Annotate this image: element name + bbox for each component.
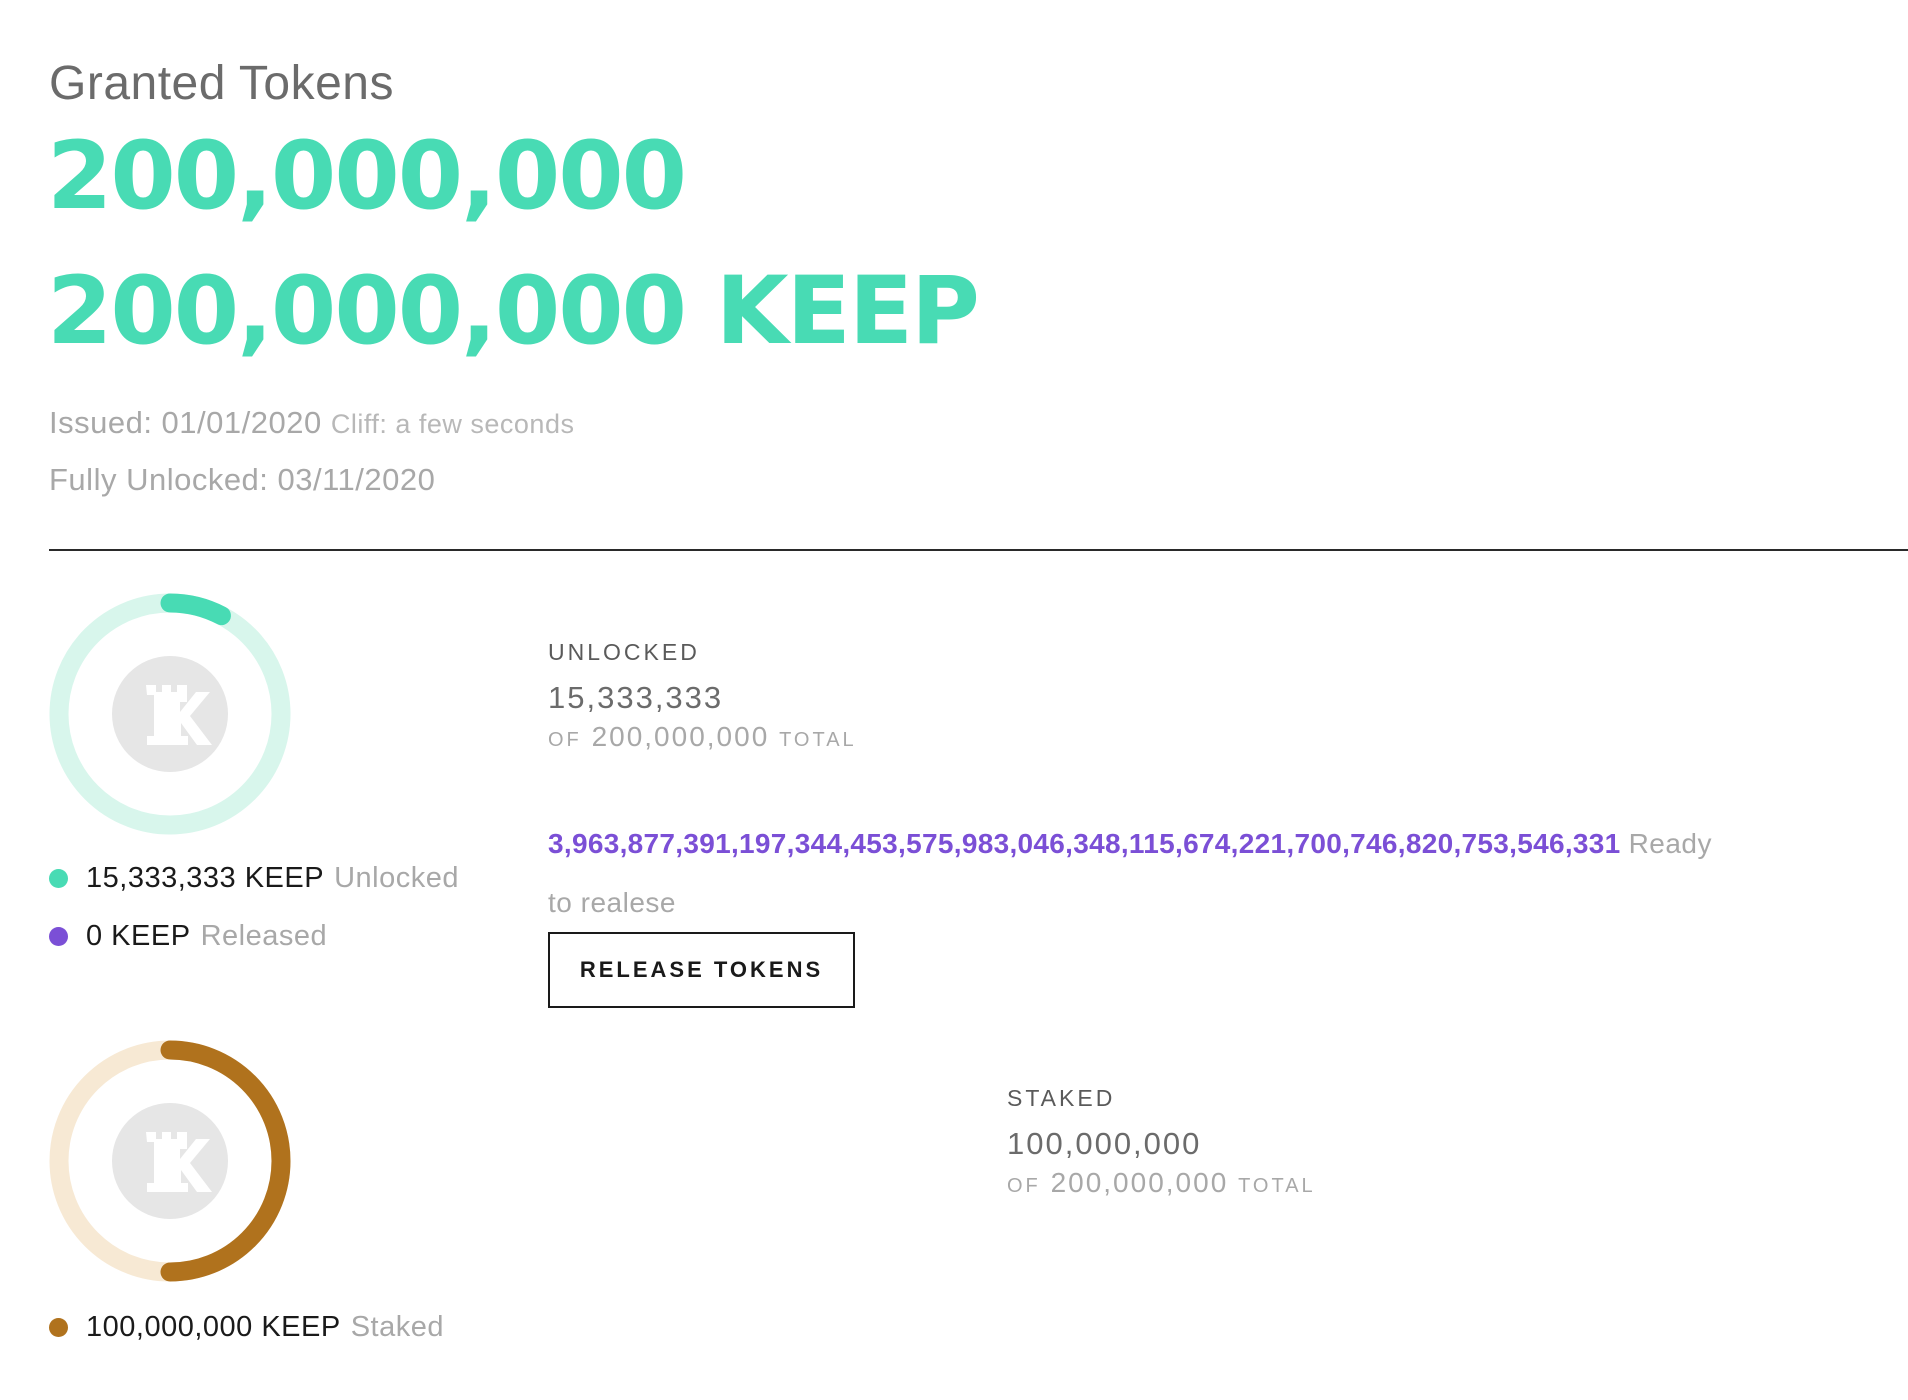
- legend-released: 0 KEEP Released: [49, 920, 327, 953]
- unlocked-ring-fill: [160, 593, 231, 626]
- ready-rest: to realese: [548, 887, 676, 918]
- cliff-info: Cliff: a few seconds: [330, 409, 575, 439]
- fully-unlocked-date: Fully Unlocked: 03/11/2020: [49, 462, 436, 497]
- legend-unlocked-value: 15,333,333 KEEP: [86, 862, 325, 894]
- legend-staked-dot: [49, 1318, 68, 1337]
- staked-label: STAKED: [1007, 1085, 1116, 1111]
- legend-staked: 100,000,000 KEEP Staked: [49, 1311, 444, 1344]
- ready-amount: 3,963,877,391,197,344,453,575,983,046,34…: [548, 828, 1621, 859]
- legend-released-value: 0 KEEP: [86, 920, 191, 952]
- keep-logo-icon: [112, 656, 228, 772]
- legend-staked-value: 100,000,000 KEEP: [86, 1311, 341, 1343]
- release-tokens-button[interactable]: RELEASE TOKENS: [548, 932, 855, 1008]
- ready-to-release: 3,963,877,391,197,344,453,575,983,046,34…: [548, 828, 1712, 860]
- legend-unlocked: 15,333,333 KEEP Unlocked: [49, 862, 459, 895]
- issued-meta: Issued: 01/01/2020 Cliff: a few seconds: [49, 405, 574, 441]
- granted-amount: 200,000,000: [47, 122, 687, 231]
- legend-unlocked-label: Unlocked: [334, 862, 459, 894]
- ready-word: Ready: [1628, 828, 1712, 859]
- unlocked-label: UNLOCKED: [548, 639, 700, 665]
- legend-unlocked-dot: [49, 869, 68, 888]
- granted-amount-keep: 200,000,000 KEEP: [47, 257, 980, 366]
- page-title: Granted Tokens: [49, 57, 394, 110]
- unlocked-value: 15,333,333: [548, 680, 724, 715]
- staked-of-total: OF 200,000,000 TOTAL: [1007, 1167, 1316, 1198]
- staked-progress-ring: [49, 1040, 291, 1282]
- legend-released-label: Released: [200, 920, 328, 952]
- keep-logo-icon: [112, 1103, 228, 1219]
- section-divider: [49, 549, 1908, 551]
- issued-date: Issued: 01/01/2020: [49, 405, 322, 440]
- staked-value: 100,000,000: [1007, 1126, 1202, 1161]
- unlocked-progress-ring: [49, 593, 291, 835]
- legend-staked-label: Staked: [350, 1311, 444, 1343]
- granted-tokens-page: Granted Tokens 200,000,000 200,000,000 K…: [0, 0, 1908, 1400]
- legend-released-dot: [49, 927, 68, 946]
- unlocked-of-total: OF 200,000,000 TOTAL: [548, 721, 857, 752]
